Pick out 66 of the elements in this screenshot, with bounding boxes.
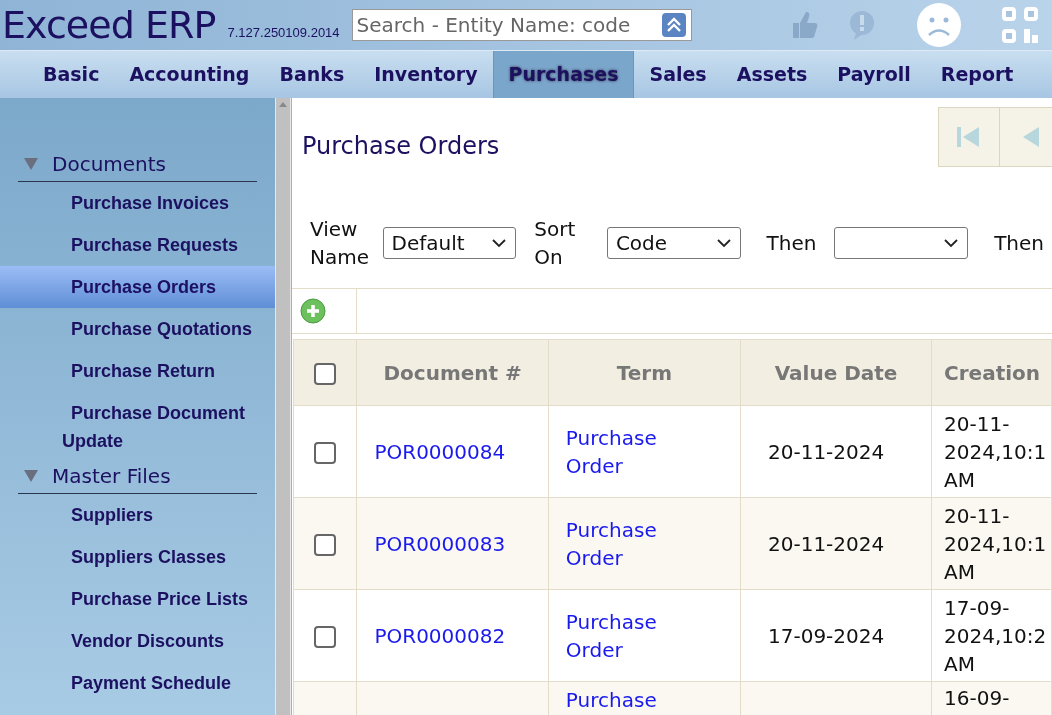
document-link[interactable]: POR0000083 — [374, 531, 506, 556]
document-link[interactable]: POR0000084 — [374, 439, 506, 464]
filter-label: Then — [994, 230, 1044, 257]
table-cell: 20-11-2024 — [768, 531, 885, 556]
column-header[interactable]: Creation — [931, 339, 1052, 406]
select-field[interactable]: Default — [382, 227, 517, 259]
select-field[interactable] — [834, 227, 969, 259]
sidebar-item[interactable]: Purchase Return — [0, 350, 275, 392]
scrollbar[interactable] — [275, 98, 291, 715]
nav-tab[interactable]: Report — [925, 51, 1029, 98]
sidebar-item[interactable]: Payment Schedule — [0, 662, 275, 704]
skip-back-icon — [957, 127, 981, 147]
sidebar-item[interactable]: Purchase Document Update — [0, 392, 275, 462]
table-cell-text: 20-11-2024,10:1 AM — [944, 410, 1045, 494]
column-header[interactable]: Document # — [356, 339, 549, 406]
table-cell-text: 16-09- — [944, 685, 1011, 712]
page-title: Purchase Orders — [302, 131, 500, 162]
sidebar-item[interactable]: Purchase Quotations — [0, 308, 275, 350]
section-header[interactable]: Documents — [18, 150, 257, 182]
chevron-down-icon — [715, 238, 732, 248]
nav-tab[interactable]: Accounting — [114, 51, 265, 98]
nav-tab[interactable]: Payroll — [822, 51, 926, 98]
scroll-up-icon[interactable] — [279, 102, 287, 107]
table-cell-text: 20-11-2024,10:1 AM — [944, 502, 1045, 586]
column-header[interactable]: Value Date — [740, 339, 932, 406]
nav-tab[interactable]: Purchases — [492, 51, 635, 98]
row-checkbox[interactable] — [314, 626, 337, 648]
nav-tab[interactable]: Assets — [721, 51, 823, 98]
filter-label: Then — [766, 230, 817, 257]
first-page-button[interactable] — [938, 107, 1000, 167]
caret-down-icon — [24, 156, 38, 171]
sidebar-item[interactable]: Purchase Orders — [0, 266, 275, 308]
nav-tab[interactable]: Inventory — [359, 51, 493, 98]
row-checkbox[interactable] — [314, 534, 337, 556]
column-header[interactable]: Term — [548, 339, 741, 406]
table-cell: 20-11-2024 — [768, 439, 885, 464]
nav-tab[interactable]: Sales — [634, 51, 722, 98]
nav-tab[interactable]: Banks — [264, 51, 360, 98]
sidebar-item[interactable]: Vendor Discounts — [0, 620, 275, 662]
filter-label: Sort On — [534, 216, 577, 271]
filter-label: View Name — [310, 216, 370, 271]
section-header[interactable]: Master Files — [18, 462, 257, 494]
version-label: 7.127.250109.2014 — [227, 24, 340, 43]
document-link[interactable]: POR0000082 — [374, 623, 506, 648]
search-field[interactable]: Search - Entity Name: code — [351, 9, 692, 41]
sidebar-item[interactable]: Suppliers — [0, 494, 275, 536]
nav-tab[interactable]: Basic — [28, 51, 115, 98]
plus-circle-icon — [300, 298, 326, 324]
sidebar-item[interactable]: Suppliers Classes — [0, 536, 275, 578]
sidebar-item[interactable]: Purchase Price Lists — [0, 578, 275, 620]
caret-down-icon — [24, 468, 38, 483]
sidebar-item[interactable]: Purchase Invoices — [0, 182, 275, 224]
previous-page-button[interactable] — [1000, 107, 1052, 167]
table-cell: 17-09-2024 — [768, 623, 885, 648]
app-title: Exceed ERP — [2, 6, 216, 44]
select-all-checkbox[interactable] — [314, 363, 337, 385]
sidebar-item[interactable]: Purchase Requests — [0, 224, 275, 266]
table-cell-text: 17-09-2024,10:2 AM — [944, 594, 1045, 678]
sad-face-icon[interactable] — [916, 2, 962, 48]
row-checkbox[interactable] — [314, 442, 337, 464]
thumbs-up-icon[interactable] — [790, 10, 818, 40]
chevron-down-icon — [491, 238, 508, 248]
chevron-down-icon — [943, 238, 960, 248]
chevrons-up-icon[interactable] — [660, 12, 687, 38]
select-field[interactable]: Code — [606, 227, 741, 259]
qr-code-icon[interactable] — [1000, 5, 1040, 45]
